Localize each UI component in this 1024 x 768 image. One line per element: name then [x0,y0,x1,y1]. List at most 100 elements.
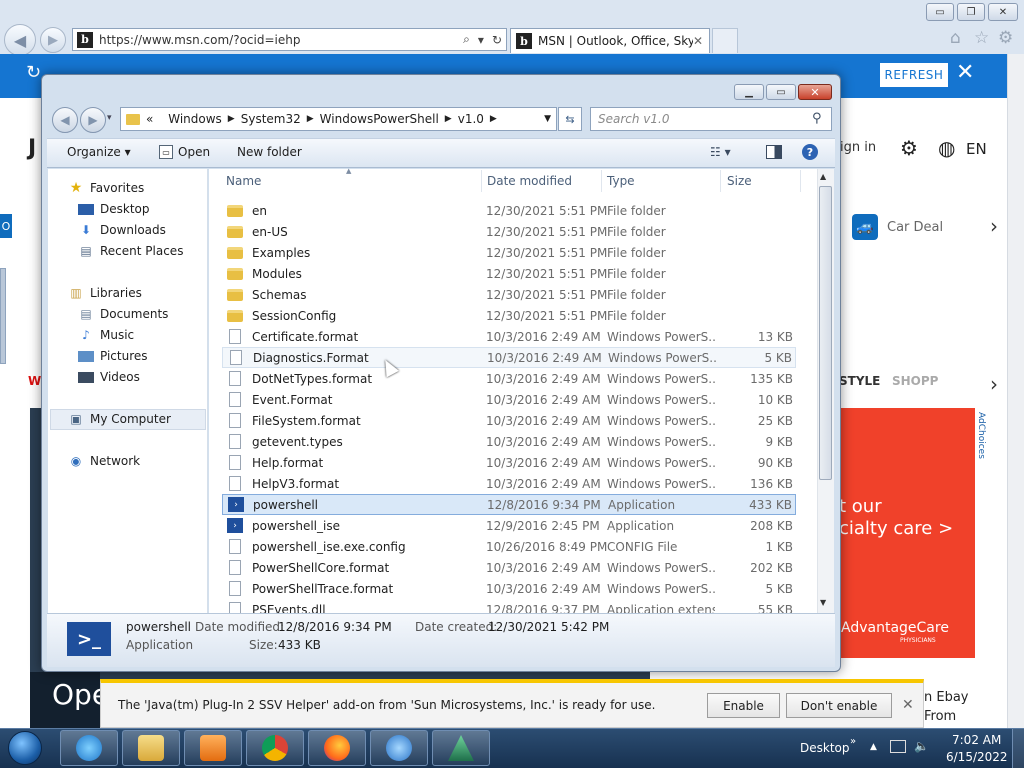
taskbar-media-player[interactable] [184,730,242,766]
column-divider[interactable] [481,170,482,192]
column-header-size[interactable]: Size [727,174,752,188]
refresh-icon[interactable]: ⇆ [558,107,582,131]
browser-back-button[interactable]: ◀ [4,24,36,56]
home-icon[interactable]: ⌂ [950,28,961,48]
table-row[interactable]: › powershell 12/8/2016 9:34 PM Application 4… [222,494,796,515]
table-row[interactable]: getevent.types 10/3/2016 2:49 AM Windows P… [222,431,796,452]
column-divider[interactable] [601,170,602,192]
taskbar-internet-explorer[interactable] [60,730,118,766]
nav-item-libraries[interactable]: ▥ Libraries [68,286,142,300]
dialog-forward-button[interactable]: ▶ [80,107,106,133]
taskbar-chrome[interactable] [246,730,304,766]
msn-refresh-button[interactable]: REFRESH [880,63,948,87]
table-row[interactable]: Certificate.format 10/3/2016 2:49 AM Windo… [222,326,796,347]
window-maximize-button[interactable]: ❐ [957,3,985,21]
table-row[interactable]: Examples 12/30/2021 5:51 PM File folder [222,242,796,263]
dialog-back-button[interactable]: ◀ [52,107,78,133]
scroll-down-icon[interactable]: ▼ [820,598,826,607]
tools-gear-icon[interactable]: ⚙ [998,28,1013,48]
help-icon[interactable]: ? [802,144,818,160]
taskbar-app[interactable] [432,730,490,766]
volume-icon[interactable]: 🔈 [914,739,929,753]
chevron-double-icon[interactable]: » [850,736,856,747]
nav-item-videos[interactable]: Videos [78,370,140,384]
table-row[interactable]: en 12/30/2021 5:51 PM File folder [222,200,796,221]
breadcrumb-system32[interactable]: System32 [241,112,301,126]
favorites-star-icon[interactable]: ☆ [974,28,989,48]
breadcrumb-windows[interactable]: Windows [168,112,222,126]
tray-overflow-icon[interactable]: ▲ [870,742,877,752]
dropdown-icon[interactable]: ▾ [478,33,484,47]
start-button[interactable] [2,729,48,767]
java-notification-close-button[interactable]: ✕ [902,697,914,713]
address-url[interactable]: https://www.msn.com/?ocid=iehp [99,33,459,47]
search-icon[interactable]: ⌕ [463,32,470,47]
nav-item-recent-places[interactable]: ▤ Recent Places [78,244,183,258]
table-row[interactable]: Help.format 10/3/2016 2:49 AM Windows Powe… [222,452,796,473]
nav-item-pictures[interactable]: Pictures [78,349,148,363]
browser-forward-button[interactable]: ▶ [40,27,66,53]
open-button[interactable]: Open [178,145,210,159]
msn-sign-in-link[interactable]: ign in [840,140,876,155]
breadcrumb-dropdown-icon[interactable]: ▼ [544,114,551,124]
table-row[interactable]: Event.Format 10/3/2016 2:49 AM Windows Pow… [222,389,796,410]
breadcrumb-windowspowershell[interactable]: WindowsPowerShell [320,112,439,126]
globe-icon[interactable]: ◍ [938,136,955,160]
table-row[interactable]: DotNetTypes.format 10/3/2016 2:49 AM Windo… [222,368,796,389]
chevron-right-icon[interactable]: › [990,372,998,396]
preview-pane-icon[interactable] [766,145,782,159]
dont-enable-button[interactable]: Don't enable [786,693,892,718]
refresh-icon[interactable]: ↻ [492,33,502,47]
new-tab-button[interactable] [712,28,738,53]
scrollbar-thumb[interactable] [819,186,832,480]
organize-button[interactable]: Organize ▾ [67,145,131,159]
show-desktop-button[interactable] [1012,729,1024,768]
table-row[interactable]: en-US 12/30/2021 5:51 PM File folder [222,221,796,242]
nav-item-favorites[interactable]: ★ Favorites [68,180,145,196]
table-row[interactable]: HelpV3.format 10/3/2016 2:49 AM Windows Po… [222,473,796,494]
nav-item-desktop[interactable]: Desktop [78,202,150,216]
msn-nav-style[interactable]: STYLE [839,374,880,388]
history-dropdown-icon[interactable]: ▾ [107,113,112,123]
nav-item-my-computer[interactable]: ▣ My Computer [68,412,171,426]
column-divider[interactable] [800,170,801,192]
tray-desktop-label[interactable]: Desktop [800,741,850,755]
nav-item-downloads[interactable]: ⬇ Downloads [78,223,166,237]
msn-nav-shopping[interactable]: SHOPP [892,374,938,388]
table-row[interactable]: PowerShellTrace.format 10/3/2016 2:49 AM W… [222,578,796,599]
taskbar-app[interactable] [370,730,428,766]
table-row[interactable]: SessionConfig 12/30/2021 5:51 PM File fold… [222,305,796,326]
taskbar-file-explorer[interactable] [122,730,180,766]
breadcrumb-separator-icon[interactable]: ▶ [490,114,497,124]
table-row[interactable]: FileSystem.format 10/3/2016 2:49 AM Window… [222,410,796,431]
window-minimize-button[interactable]: ▭ [926,3,954,21]
nav-item-network[interactable]: ◉ Network [68,454,140,468]
taskbar-firefox[interactable] [308,730,366,766]
breadcrumb-v1[interactable]: v1.0 [458,112,484,126]
chevron-right-icon[interactable]: › [990,214,998,238]
table-row[interactable]: Schemas 12/30/2021 5:51 PM File folder [222,284,796,305]
adchoices-link[interactable]: AdChoices [976,412,986,459]
column-header-type[interactable]: Type [607,174,635,188]
tab-close-button[interactable]: ✕ [693,34,703,48]
breadcrumb-separator-icon[interactable]: ▶ [228,114,235,124]
breadcrumb[interactable]: « Windows ▶ System32 ▶ WindowsPowerShell… [120,107,557,131]
tray-clock-time[interactable]: 7:02 AM [952,733,1001,747]
enable-button[interactable]: Enable [707,693,780,718]
table-row[interactable]: PowerShellCore.format 10/3/2016 2:49 AM Wi… [222,557,796,578]
view-options-icon[interactable]: ☷ ▾ [710,145,731,159]
column-header-name[interactable]: Name [226,174,261,188]
breadcrumb-overflow[interactable]: « [146,112,153,126]
outlook-icon[interactable]: O [0,214,12,238]
dialog-minimize-button[interactable]: ▁ [734,84,764,100]
column-divider[interactable] [720,170,721,192]
breadcrumb-separator-icon[interactable]: ▶ [307,114,314,124]
new-folder-button[interactable]: New folder [237,145,302,159]
column-header-date[interactable]: Date modified [487,174,572,188]
table-row[interactable]: › powershell_ise 12/9/2016 2:45 PM Applicat… [222,515,796,536]
nav-item-documents[interactable]: ▤ Documents [78,307,168,321]
network-tray-icon[interactable] [890,740,906,753]
table-row[interactable]: Modules 12/30/2021 5:51 PM File folder [222,263,796,284]
msn-language[interactable]: EN [966,140,987,158]
dialog-maximize-button[interactable]: ▭ [766,84,796,100]
